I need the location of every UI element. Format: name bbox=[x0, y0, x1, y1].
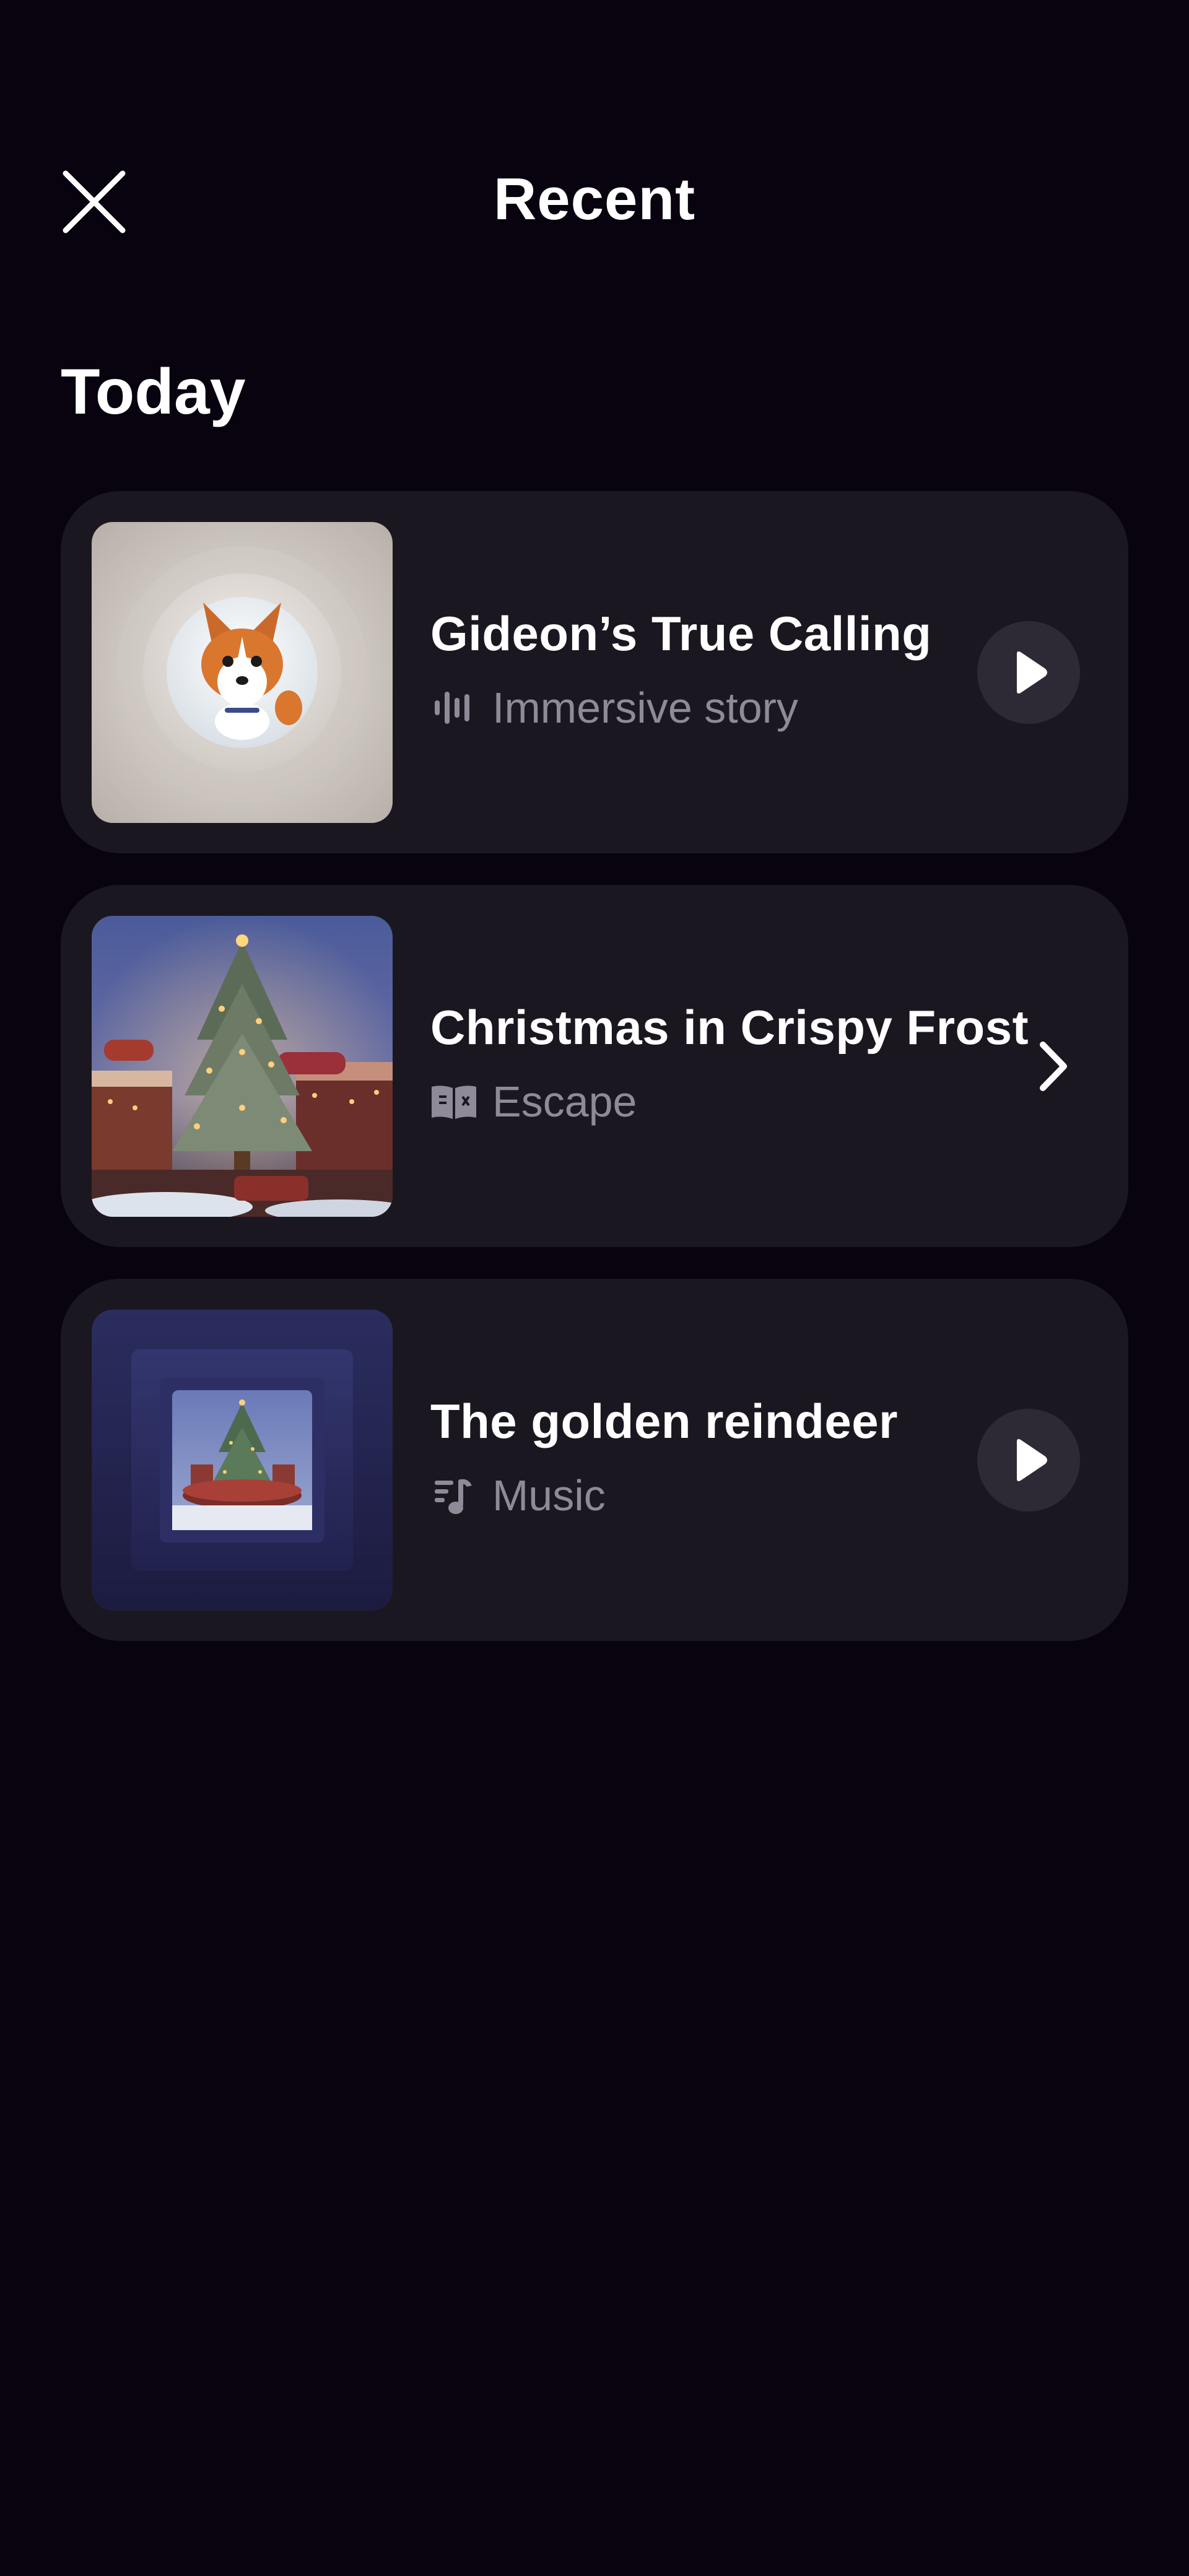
item-type-label: Immersive story bbox=[492, 684, 798, 732]
chevron-right-icon bbox=[1040, 1042, 1067, 1091]
item-meta: Immersive story bbox=[430, 677, 798, 739]
play-icon bbox=[1017, 1439, 1047, 1481]
item-title: The golden reindeer bbox=[430, 1394, 898, 1448]
list-item[interactable]: Christmas in Crispy Frost Escape bbox=[61, 885, 1128, 1247]
thumbnail-music-box bbox=[92, 1310, 393, 1611]
page-title: Recent bbox=[493, 166, 696, 232]
open-button[interactable] bbox=[1017, 1020, 1091, 1113]
book-icon bbox=[430, 1078, 477, 1125]
list-item[interactable]: The golden reindeer Music bbox=[61, 1279, 1128, 1641]
item-meta: Music bbox=[430, 1464, 606, 1526]
play-button[interactable] bbox=[977, 621, 1080, 724]
item-title: Gideon’s True Calling bbox=[430, 606, 932, 661]
thumbnail-corgi bbox=[92, 522, 393, 823]
list-item[interactable]: Gideon’s True Calling Immersive story bbox=[61, 491, 1128, 853]
item-type-label: Escape bbox=[492, 1077, 637, 1126]
recent-list: Gideon’s True Calling Immersive story Ch… bbox=[61, 491, 1128, 1673]
play-icon bbox=[1017, 651, 1047, 694]
audio-waveform-icon bbox=[430, 684, 477, 731]
item-meta: Escape bbox=[430, 1071, 637, 1133]
item-type-label: Music bbox=[492, 1471, 606, 1520]
music-note-icon bbox=[430, 1472, 477, 1519]
thumbnail-christmas-market bbox=[92, 916, 393, 1217]
section-heading-today: Today bbox=[61, 356, 246, 428]
item-title: Christmas in Crispy Frost bbox=[430, 1000, 1029, 1055]
recent-screen: Recent Today Gideon’s True Calling Immer… bbox=[0, 0, 1189, 2576]
play-button[interactable] bbox=[977, 1409, 1080, 1512]
